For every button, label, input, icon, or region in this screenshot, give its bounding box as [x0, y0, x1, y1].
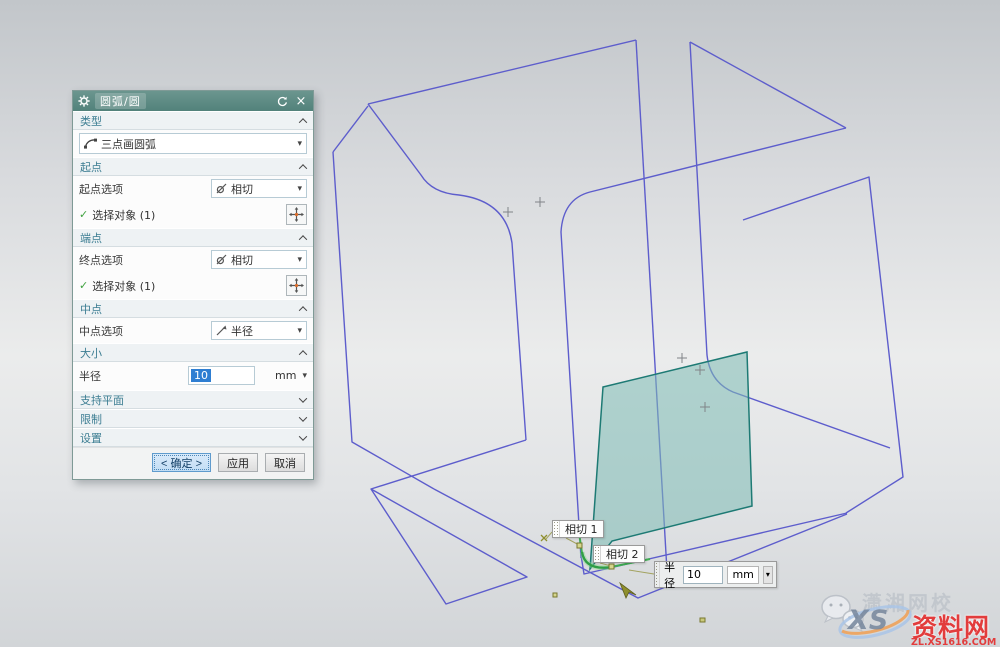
- section-settings-label: 设置: [80, 430, 102, 446]
- chevron-down-icon[interactable]: ▾: [302, 371, 307, 381]
- close-icon[interactable]: ×: [294, 94, 308, 108]
- start-select-label: 选择对象 (1): [92, 207, 155, 223]
- mid-option-label: 中点选项: [79, 323, 123, 339]
- chevron-down-icon: [299, 432, 307, 440]
- mid-option-value: 半径: [231, 323, 253, 339]
- section-start[interactable]: 起点: [73, 157, 313, 176]
- end-option-row: 终点选项 相切 ▾: [73, 247, 313, 272]
- tangent-icon: [216, 254, 227, 265]
- crosshair-icon: [289, 207, 304, 222]
- section-size-label: 大小: [80, 345, 102, 361]
- end-select-label: 选择对象 (1): [92, 278, 155, 294]
- green-check-icon: ✓: [79, 208, 88, 221]
- chevron-down-icon: ▾: [297, 255, 302, 265]
- chevron-down-icon: [299, 413, 307, 421]
- crosshair-icon: [289, 278, 304, 293]
- start-option-label: 起点选项: [79, 181, 123, 197]
- start-option-row: 起点选项 相切 ▾: [73, 176, 313, 201]
- onscreen-radius-label: 半径: [664, 559, 679, 591]
- section-end[interactable]: 端点: [73, 228, 313, 247]
- chevron-up-icon: [299, 235, 307, 243]
- start-point-picker-button[interactable]: [286, 204, 307, 225]
- end-option-value: 相切: [231, 252, 253, 268]
- tangent-icon: [216, 183, 227, 194]
- radius-input[interactable]: 10: [188, 366, 255, 385]
- size-radius-row: 半径 10 mm ▾: [73, 362, 313, 390]
- radius-input-selected-value: 10: [191, 369, 211, 382]
- cancel-button[interactable]: 取消: [265, 453, 305, 472]
- end-option-label: 终点选项: [79, 252, 123, 268]
- chevron-up-icon: [299, 118, 307, 126]
- section-size[interactable]: 大小: [73, 343, 313, 362]
- section-support-plane-label: 支持平面: [80, 392, 124, 408]
- radius-label: 半径: [79, 368, 101, 384]
- arc-icon: [84, 138, 97, 149]
- chevron-down-icon: [299, 394, 307, 402]
- end-select-row[interactable]: ✓ 选择对象 (1): [73, 272, 313, 299]
- apply-button[interactable]: 应用: [218, 453, 258, 472]
- watermark-site-url: ZL.XS1616.COM: [911, 637, 996, 647]
- start-option-value: 相切: [231, 181, 253, 197]
- type-dropdown-value: 三点画圆弧: [101, 136, 156, 152]
- onscreen-radius-unit-dropdown[interactable]: ▾: [763, 566, 773, 584]
- dialog-button-row: < 确定 > 应用 取消: [73, 447, 313, 479]
- radius-unit-label: mm: [275, 369, 296, 382]
- section-support-plane[interactable]: 支持平面: [73, 390, 313, 409]
- start-option-dropdown[interactable]: 相切 ▾: [211, 179, 307, 198]
- watermark: 潇湘网校 XS 资料网 ZL.XS1616.COM: [818, 575, 998, 645]
- radius-icon: [216, 325, 227, 336]
- reset-icon[interactable]: [275, 94, 289, 108]
- tangent2-tag[interactable]: 相切 2: [593, 545, 645, 563]
- start-select-row[interactable]: ✓ 选择对象 (1): [73, 201, 313, 228]
- section-type[interactable]: 类型: [73, 111, 313, 130]
- chevron-down-icon: ▾: [297, 184, 302, 194]
- section-settings[interactable]: 设置: [73, 428, 313, 447]
- onscreen-radius-unit: mm: [727, 566, 758, 584]
- tangent2-tag-label: 相切 2: [601, 546, 644, 562]
- chevron-up-icon: [299, 164, 307, 172]
- section-mid[interactable]: 中点: [73, 299, 313, 318]
- onscreen-radius-box[interactable]: 半径 10 mm ▾: [654, 561, 777, 588]
- chevron-up-icon: [299, 350, 307, 358]
- end-point-picker-button[interactable]: [286, 275, 307, 296]
- drag-grip-icon[interactable]: [594, 546, 601, 562]
- watermark-logo-text: XS: [848, 605, 888, 636]
- section-limits[interactable]: 限制: [73, 409, 313, 428]
- type-dropdown[interactable]: 三点画圆弧 ▾: [79, 133, 307, 154]
- end-option-dropdown[interactable]: 相切 ▾: [211, 250, 307, 269]
- selected-support-plane[interactable]: [590, 352, 752, 569]
- ok-button[interactable]: < 确定 >: [152, 453, 211, 472]
- section-start-label: 起点: [80, 159, 102, 175]
- tangent1-tag[interactable]: 相切 1: [552, 520, 604, 538]
- chevron-down-icon: ▾: [297, 139, 302, 149]
- onscreen-radius-input[interactable]: 10: [683, 566, 723, 584]
- section-limits-label: 限制: [80, 411, 102, 427]
- type-row: 三点画圆弧 ▾: [73, 130, 313, 157]
- chevron-down-icon: ▾: [297, 326, 302, 336]
- drag-grip-icon[interactable]: [553, 521, 560, 537]
- green-check-icon: ✓: [79, 279, 88, 292]
- section-end-label: 端点: [80, 230, 102, 246]
- drag-grip-icon[interactable]: [655, 562, 660, 587]
- mid-option-dropdown[interactable]: 半径 ▾: [211, 321, 307, 340]
- section-mid-label: 中点: [80, 301, 102, 317]
- gear-icon: [78, 95, 90, 107]
- section-type-label: 类型: [80, 113, 102, 129]
- tangent1-tag-label: 相切 1: [560, 521, 603, 537]
- mid-option-row: 中点选项 半径 ▾: [73, 318, 313, 343]
- arc-circle-dialog: 圆弧/圆 × 类型 三点画圆弧 ▾: [72, 90, 314, 480]
- dialog-title: 圆弧/圆: [95, 93, 146, 109]
- chevron-up-icon: [299, 306, 307, 314]
- cad-viewport[interactable]: 相切 1 相切 2 半径 10 mm ▾ 圆弧/圆: [0, 0, 1000, 647]
- dialog-titlebar[interactable]: 圆弧/圆 ×: [73, 91, 313, 111]
